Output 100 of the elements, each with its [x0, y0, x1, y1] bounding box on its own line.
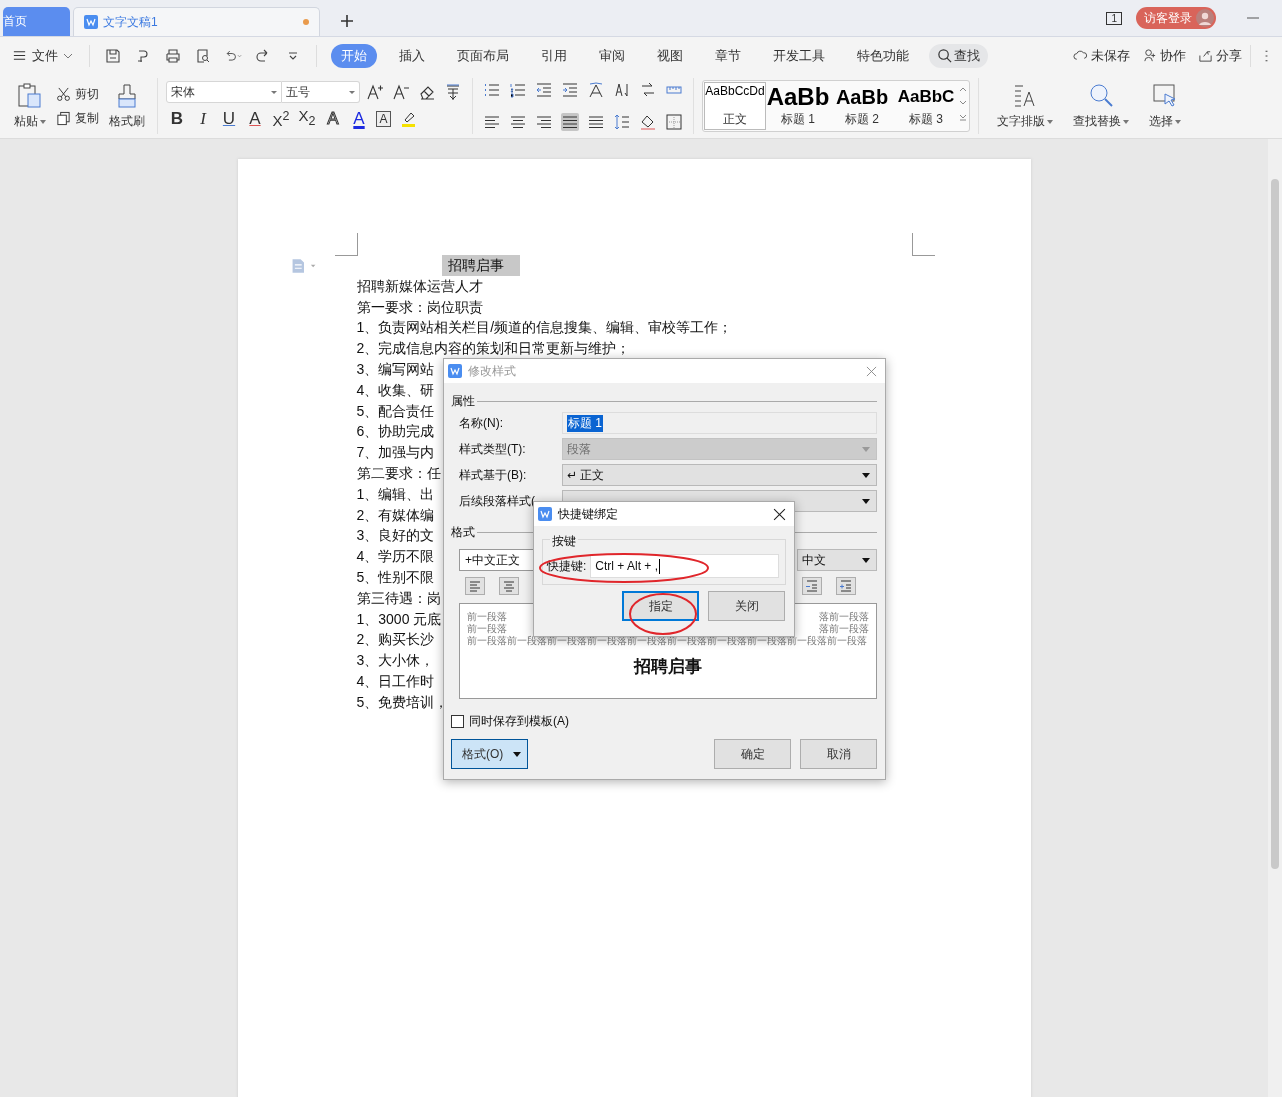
style-dropdown[interactable]: ↵ 正文: [562, 464, 877, 486]
preview-text: 前一段落: [467, 611, 507, 623]
format-button[interactable]: 格式(O): [451, 739, 528, 769]
document-line: 第二要求：任: [356, 463, 441, 483]
line-break-icon[interactable]: [639, 81, 657, 99]
new-tab-icon[interactable]: [340, 14, 354, 28]
bullet-list-icon[interactable]: [483, 81, 501, 99]
document-tab[interactable]: 文字文稿1: [73, 7, 320, 36]
document-icon: [84, 15, 98, 29]
ribbon-tab[interactable]: 章节: [705, 43, 751, 68]
login-button[interactable]: 访客登录: [1136, 7, 1216, 29]
document-line: 7、加强与内: [356, 443, 435, 463]
border-icon[interactable]: [665, 113, 683, 131]
format-button[interactable]: X$^{2}$: [272, 106, 290, 131]
format-painter-button[interactable]: 格式刷: [105, 82, 149, 130]
sort-icon[interactable]: [613, 81, 631, 99]
caret-icon: [1123, 118, 1129, 125]
format-button[interactable]: A: [324, 108, 342, 129]
avatar-icon: [1196, 9, 1214, 27]
align-button[interactable]: [483, 113, 501, 131]
format-button[interactable]: I: [194, 108, 212, 129]
ribbon-tab[interactable]: 开发工具: [763, 43, 835, 68]
cut-button[interactable]: 剪切: [56, 85, 99, 103]
shortcut-label: 快捷键:: [547, 557, 587, 575]
document-line: 4、学历不限: [356, 547, 435, 567]
decrease-indent-button[interactable]: [802, 577, 822, 595]
format-button[interactable]: A: [246, 108, 264, 129]
assign-button[interactable]: 指定: [622, 591, 699, 621]
menu-action[interactable]: 协作: [1142, 46, 1186, 65]
cloud-icon: [1073, 48, 1088, 63]
save-to-template-checkbox[interactable]: 同时保存到模板(A): [451, 713, 877, 730]
preview-heading: 招聘启事: [634, 656, 702, 678]
document-line: 2、购买长沙: [356, 630, 435, 650]
line-spacing-icon[interactable]: [613, 113, 631, 131]
ribbon-tab[interactable]: 视图: [647, 43, 693, 68]
document-line: 招聘新媒体运营人才: [356, 276, 483, 296]
ribbon-button[interactable]: 选择: [1139, 82, 1191, 130]
align-left-button[interactable]: [465, 577, 485, 595]
numbered-list-icon[interactable]: [509, 81, 527, 99]
style-preset[interactable]: AaBbCcDd 正文: [704, 82, 766, 130]
text-direction-icon[interactable]: [587, 81, 605, 99]
menu-action[interactable]: 分享: [1198, 46, 1242, 65]
increase-indent-icon[interactable]: [561, 81, 579, 99]
font-name-dropdown[interactable]: 宋体: [166, 81, 282, 103]
align-center-button[interactable]: [499, 577, 519, 595]
style-preset[interactable]: AaBbC 标题 3: [894, 82, 958, 130]
search-button[interactable]: 查找: [929, 43, 988, 68]
ribbon-button[interactable]: 文字排版: [987, 82, 1063, 130]
ribbon-tab[interactable]: 审阅: [589, 43, 635, 68]
window-count[interactable]: 1: [1106, 11, 1122, 25]
align-button[interactable]: [561, 113, 579, 131]
paste-button[interactable]: 粘贴: [10, 82, 50, 130]
ribbon-tab[interactable]: 引用: [531, 43, 577, 68]
document-line: 5、性别不限: [356, 567, 435, 587]
style-preset[interactable]: AaBb 标题 2: [830, 82, 894, 130]
section-header: 格式: [451, 524, 475, 541]
document-line: 1、编辑、出: [356, 484, 435, 504]
phonetic-guide-icon[interactable]: [444, 83, 462, 101]
ribbon-tab[interactable]: 页面布局: [447, 43, 519, 68]
collaborate-icon: [1142, 48, 1157, 63]
decrease-indent-icon[interactable]: [535, 81, 553, 99]
caret-icon: [1047, 118, 1053, 125]
language-dropdown[interactable]: 中文: [797, 549, 877, 571]
ribbon-tab[interactable]: 特色功能: [847, 43, 919, 68]
print-icon[interactable]: [164, 47, 182, 64]
menu-action[interactable]: 未保存: [1073, 46, 1130, 65]
dialog-title: 快捷键绑定: [558, 505, 619, 523]
cancel-button[interactable]: 取消: [800, 739, 877, 769]
print-preview-icon[interactable]: [194, 47, 212, 64]
format-button[interactable]: B: [168, 108, 186, 129]
shrink-font-icon[interactable]: [392, 83, 410, 101]
increase-indent-button[interactable]: [836, 577, 856, 595]
format-button[interactable]: A: [350, 108, 368, 129]
font-size-dropdown[interactable]: 五号: [282, 81, 360, 103]
vertical-scrollbar[interactable]: [1268, 139, 1282, 1097]
align-button[interactable]: [587, 113, 605, 131]
format-button[interactable]: U: [220, 108, 238, 129]
copy-button[interactable]: 复制: [56, 109, 99, 127]
group-label: 按键: [550, 533, 578, 550]
document-line: 3、编写网站: [356, 360, 435, 379]
grow-font-icon[interactable]: [366, 83, 384, 101]
align-button[interactable]: [509, 113, 527, 131]
document-line: 3、大小休，: [356, 651, 435, 671]
shading-icon[interactable]: [639, 113, 657, 131]
close-icon[interactable]: [773, 507, 786, 521]
close-button[interactable]: 关闭: [708, 591, 785, 621]
save-icon[interactable]: [104, 47, 122, 64]
ribbon-button[interactable]: 查找替换: [1063, 82, 1139, 130]
shortcut-field[interactable]: Ctrl + Alt + ,: [590, 554, 779, 578]
app-icon: [448, 364, 462, 378]
format-button[interactable]: X$_{2}$: [298, 106, 316, 131]
name-field[interactable]: 标题 1: [562, 412, 877, 434]
copy-icon: [56, 110, 71, 126]
ribbon-tab[interactable]: 插入: [389, 43, 435, 68]
file-menu[interactable]: 文件: [12, 46, 73, 65]
ok-button[interactable]: 确定: [714, 739, 791, 769]
format-button[interactable]: A: [376, 110, 391, 127]
align-button[interactable]: [535, 113, 553, 131]
document-line: 1、3000 元底: [356, 609, 442, 629]
style-preset[interactable]: AaBb 标题 1: [766, 82, 830, 130]
